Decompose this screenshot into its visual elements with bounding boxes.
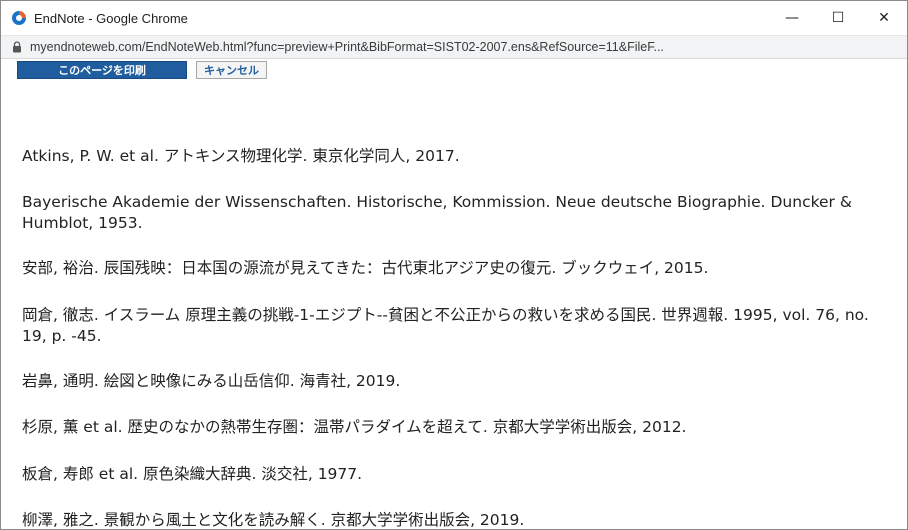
reference-entry: 柳澤, 雅之. 景観から風土と文化を読み解く. 京都大学学術出版会, 2019. bbox=[22, 511, 525, 529]
reference-entry: Atkins, P. W. et al. アトキンス物理化学. 東京化学同人, … bbox=[22, 147, 460, 165]
reference-entry: 板倉, 寿郎 et al. 原色染織大辞典. 淡交社, 1977. bbox=[22, 465, 363, 483]
window-controls: — ☐ ✕ bbox=[769, 1, 907, 35]
cancel-button[interactable]: キャンセル bbox=[196, 61, 267, 79]
title-bar: EndNote - Google Chrome — ☐ ✕ bbox=[1, 1, 907, 35]
reference-entry: 杉原, 薫 et al. 歴史のなかの熱帯生存圏：温帯パラダイムを超えて. 京都… bbox=[22, 418, 687, 436]
lock-icon bbox=[13, 41, 21, 53]
maximize-button[interactable]: ☐ bbox=[815, 1, 861, 35]
endnote-logo-icon bbox=[12, 11, 26, 25]
reference-entry: 安部, 裕治. 辰国残映：日本国の源流が見えてきた：古代東北アジア史の復元. ブ… bbox=[22, 259, 709, 277]
reference-entry: Bayerische Akademie der Wissenschaften. … bbox=[22, 193, 852, 232]
url-text[interactable]: myendnoteweb.com/EndNoteWeb.html?func=pr… bbox=[30, 40, 664, 54]
close-button[interactable]: ✕ bbox=[861, 1, 907, 35]
print-page-button[interactable]: このページを印刷 bbox=[17, 61, 187, 79]
reference-entry: 岡倉, 徹志. イスラーム 原理主義の挑戦-1-エジプト--貧困と不公正からの救… bbox=[22, 306, 869, 345]
address-bar[interactable]: myendnoteweb.com/EndNoteWeb.html?func=pr… bbox=[1, 35, 907, 59]
browser-window: EndNote - Google Chrome — ☐ ✕ myendnotew… bbox=[0, 0, 908, 530]
window-title: EndNote - Google Chrome bbox=[34, 10, 188, 26]
minimize-button[interactable]: — bbox=[769, 1, 815, 35]
reference-entry: 岩鼻, 通明. 絵図と映像にみる山岳信仰. 海青社, 2019. bbox=[22, 372, 401, 390]
print-toolbar: このページを印刷 キャンセル bbox=[1, 59, 907, 81]
